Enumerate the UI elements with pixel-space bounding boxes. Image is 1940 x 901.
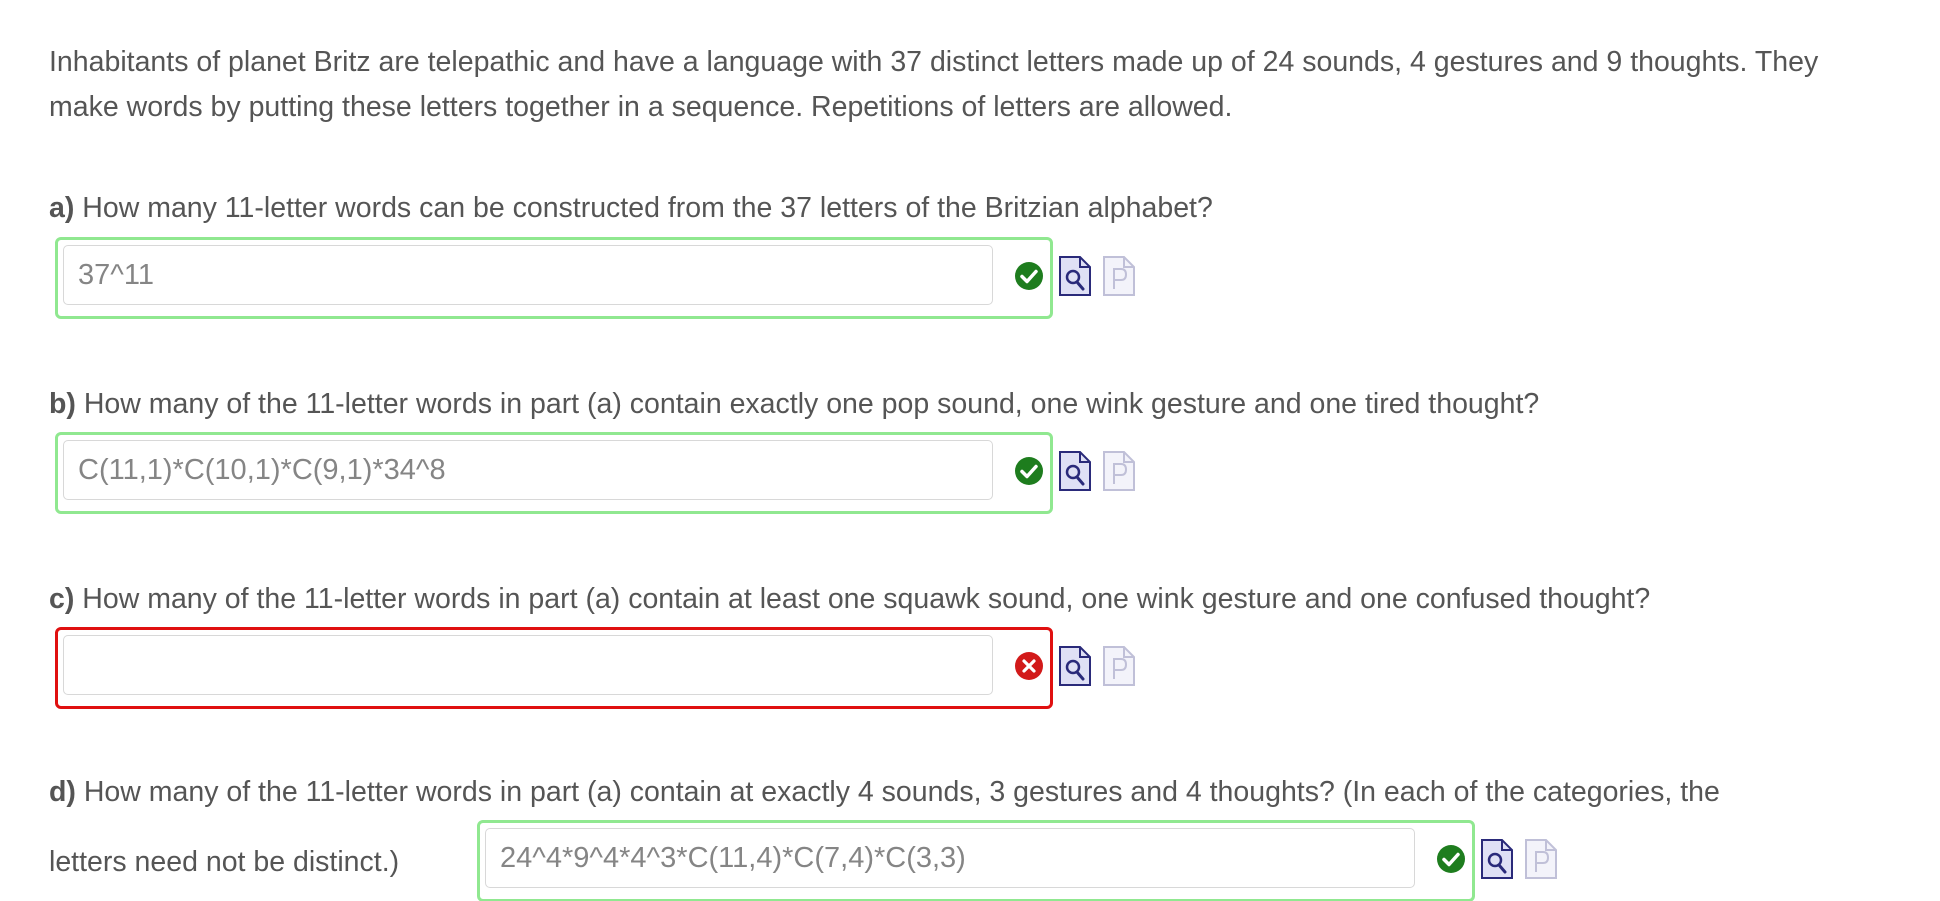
- question-d-text-line2: letters need not be distinct.): [49, 846, 400, 878]
- question-d-text-line1: How many of the 11-letter words in part …: [83, 776, 1720, 808]
- check-circle-icon: [1015, 262, 1043, 290]
- solution-icon: [1103, 646, 1135, 686]
- question-c-text: How many of the 11-letter words in part …: [82, 583, 1651, 615]
- question-c: c) How many of the 11-letter words in pa…: [49, 582, 1650, 616]
- question-a: a) How many 11-letter words can be const…: [49, 191, 1213, 225]
- question-d: d) How many of the 11-letter words in pa…: [49, 775, 1720, 809]
- question-c-label: c): [49, 583, 75, 615]
- question-b-text: How many of the 11-letter words in part …: [83, 388, 1540, 420]
- solution-icon: [1525, 839, 1557, 879]
- question-b-label: b): [49, 388, 76, 420]
- check-circle-icon: [1015, 457, 1043, 485]
- answer-a-input[interactable]: 37^11: [63, 245, 993, 305]
- problem-intro: Inhabitants of planet Britz are telepath…: [49, 46, 1819, 123]
- answer-b-input[interactable]: C(11,1)*C(10,1)*C(9,1)*34^8: [63, 440, 993, 500]
- solution-icon: [1103, 451, 1135, 491]
- preview-icon[interactable]: [1058, 255, 1092, 297]
- question-d-label: d): [49, 776, 76, 808]
- question-a-label: a): [49, 192, 75, 224]
- preview-icon[interactable]: [1058, 645, 1092, 687]
- answer-c-input[interactable]: [63, 635, 993, 695]
- preview-icon[interactable]: [1480, 838, 1514, 880]
- check-circle-icon: [1437, 845, 1465, 873]
- question-b: b) How many of the 11-letter words in pa…: [49, 387, 1539, 421]
- preview-icon[interactable]: [1058, 450, 1092, 492]
- question-a-text: How many 11-letter words can be construc…: [82, 192, 1213, 224]
- x-circle-icon: [1015, 652, 1043, 680]
- answer-d-input[interactable]: 24^4*9^4*4^3*C(11,4)*C(7,4)*C(3,3): [485, 828, 1415, 888]
- solution-icon: [1103, 256, 1135, 296]
